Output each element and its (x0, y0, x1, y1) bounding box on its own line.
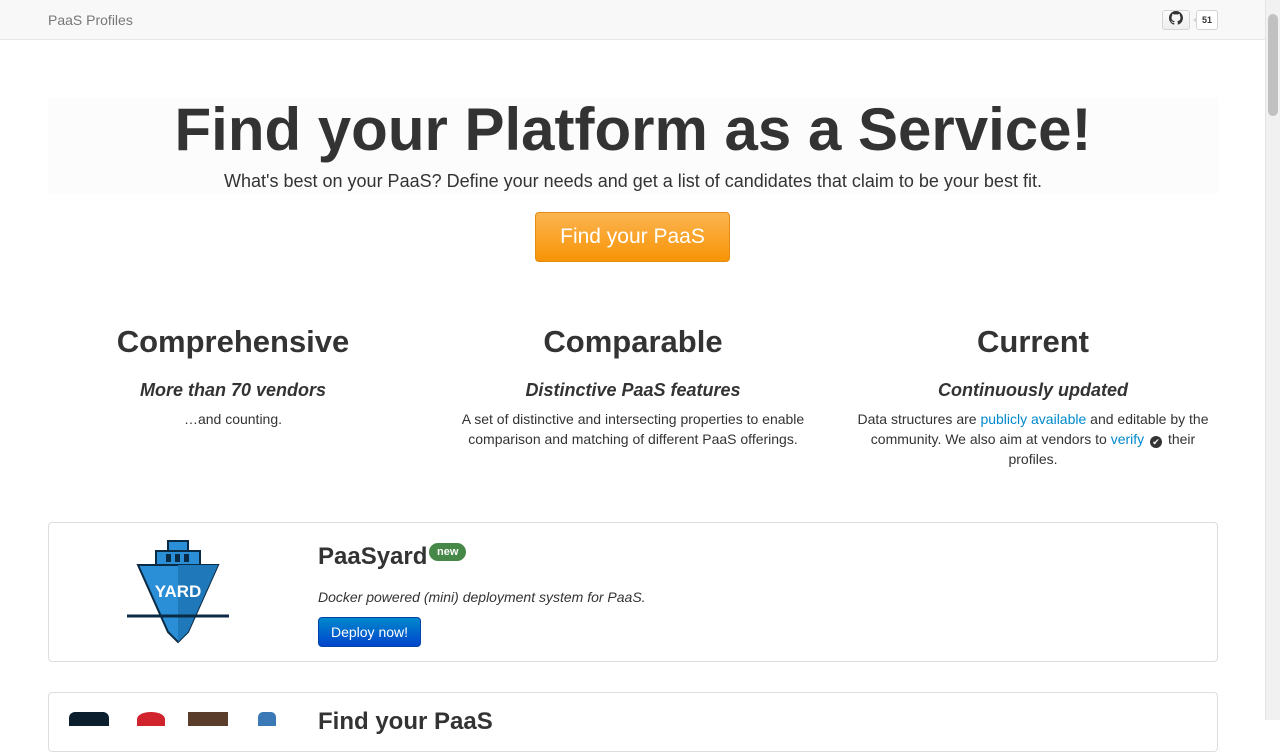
hero-subtitle: What's best on your PaaS? Define your ne… (224, 171, 1042, 191)
feature-text-part: Data structures are (857, 411, 981, 427)
promo-description: Docker powered (mini) deployment system … (318, 589, 646, 605)
feature-current: Current Continuously updated Data struct… (848, 322, 1218, 469)
verify-link[interactable]: verify (1111, 431, 1144, 447)
feature-text: …and counting. (183, 411, 283, 427)
new-badge: new (429, 543, 467, 561)
deploy-now-button[interactable]: Deploy now! (318, 617, 421, 647)
feature-text: A set of distinctive and intersecting pr… (461, 411, 805, 447)
feature-heading: Comparable (543, 324, 723, 359)
scrollbar-thumb[interactable] (1268, 14, 1278, 116)
github-star-count[interactable]: 51 (1193, 10, 1218, 30)
feature-tagline: Distinctive PaaS features (525, 380, 741, 400)
github-star-button[interactable] (1162, 10, 1190, 30)
hero-title: Find your Platform as a Service! (174, 96, 1092, 163)
vendor-logo (69, 712, 109, 726)
feature-text: Data structures are publicly available a… (848, 409, 1218, 469)
feature-comprehensive: Comprehensive More than 70 vendors …and … (48, 322, 418, 429)
find-paas-button[interactable]: Find your PaaS (535, 212, 730, 262)
promo-title: PaaSyard (318, 543, 428, 570)
check-circle-icon: ✔ (1150, 436, 1163, 448)
page-scrollbar[interactable] (1265, 0, 1280, 720)
top-navbar: PaaS Profiles (0, 0, 1265, 40)
vendor-logo (137, 712, 165, 726)
publicly-available-link[interactable]: publicly available (980, 411, 1086, 427)
ship-yard-logo: YARD (126, 540, 230, 651)
feature-tagline: Continuously updated (938, 380, 1128, 400)
vendor-logo (188, 712, 228, 726)
next-card-title: Find your PaaS (318, 708, 493, 735)
feature-heading: Current (977, 324, 1089, 359)
feature-heading: Comprehensive (116, 324, 350, 359)
feature-comparable: Comparable Distinctive PaaS features A s… (448, 322, 818, 449)
brand-link[interactable]: PaaS Profiles (48, 12, 133, 28)
github-icon (1169, 10, 1183, 30)
logo-text: YARD (155, 582, 202, 601)
vendor-logo (258, 712, 276, 726)
feature-tagline: More than 70 vendors (139, 380, 327, 400)
